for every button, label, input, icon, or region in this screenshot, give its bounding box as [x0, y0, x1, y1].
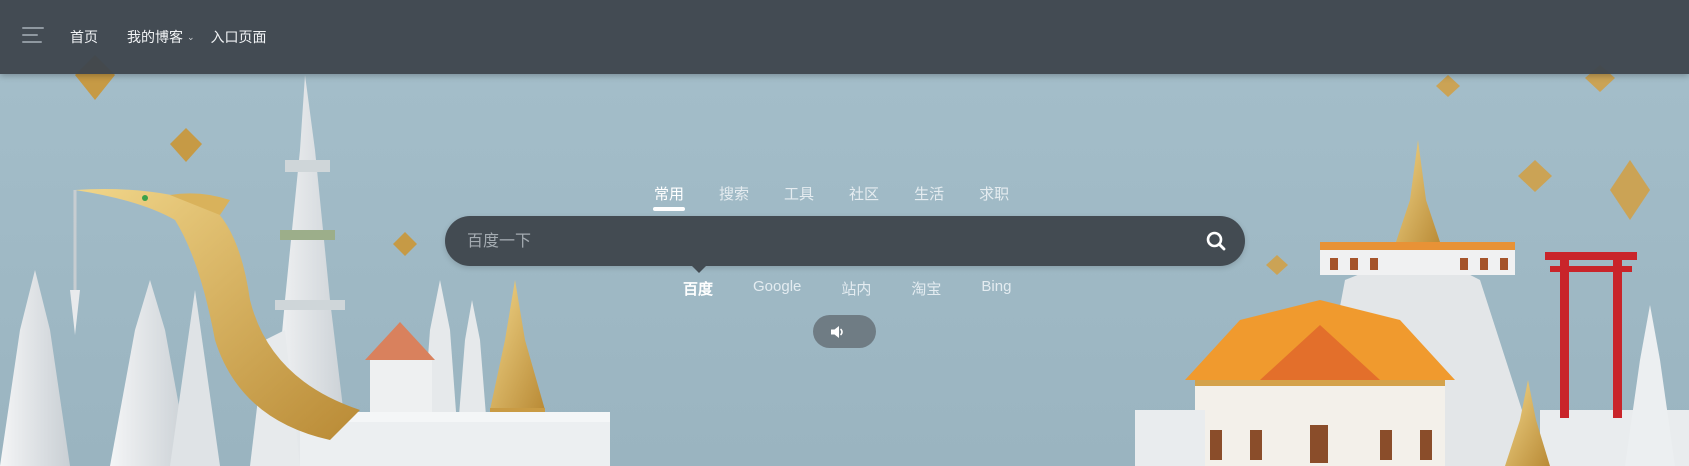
- engine-pointer: [690, 264, 708, 273]
- speaker-icon: [831, 326, 843, 338]
- nav-item-home[interactable]: 首页: [70, 27, 98, 47]
- nav-item-my-blog[interactable]: 我的博客 ⌄: [127, 27, 195, 47]
- engine-baidu[interactable]: 百度: [683, 278, 713, 299]
- search-box: [445, 216, 1245, 273]
- tab-life[interactable]: 生活: [914, 183, 944, 204]
- tab-common[interactable]: 常用: [652, 183, 686, 211]
- top-navigation-bar: 首页 我的博客 ⌄ 入口页面: [0, 0, 1689, 74]
- tab-tools[interactable]: 工具: [784, 183, 814, 204]
- hamburger-menu-icon[interactable]: [22, 27, 44, 47]
- engine-google[interactable]: Google: [753, 278, 801, 299]
- nav-item-label: 首页: [70, 29, 98, 45]
- search-category-tabs: 常用 搜索 工具 社区 生活 求职: [652, 183, 1044, 211]
- main-nav: 首页 我的博客 ⌄ 入口页面: [70, 0, 296, 74]
- chevron-down-icon: ⌄: [187, 31, 195, 42]
- nav-item-label: 入口页面: [210, 29, 267, 45]
- tab-search[interactable]: 搜索: [719, 183, 749, 204]
- nav-item-label: 我的博客: [127, 29, 183, 45]
- tab-community[interactable]: 社区: [849, 183, 879, 204]
- engine-site[interactable]: 站内: [841, 278, 871, 299]
- search-engine-list: 百度 Google 站内 淘宝 Bing: [683, 278, 1051, 299]
- sound-toggle-button[interactable]: [813, 315, 876, 348]
- search-input[interactable]: [465, 216, 1169, 268]
- search-icon[interactable]: [1205, 230, 1227, 252]
- engine-taobao[interactable]: 淘宝: [911, 278, 941, 299]
- tab-jobs[interactable]: 求职: [979, 183, 1009, 204]
- nav-item-entry-page[interactable]: 入口页面: [211, 27, 267, 47]
- engine-bing[interactable]: Bing: [981, 278, 1011, 299]
